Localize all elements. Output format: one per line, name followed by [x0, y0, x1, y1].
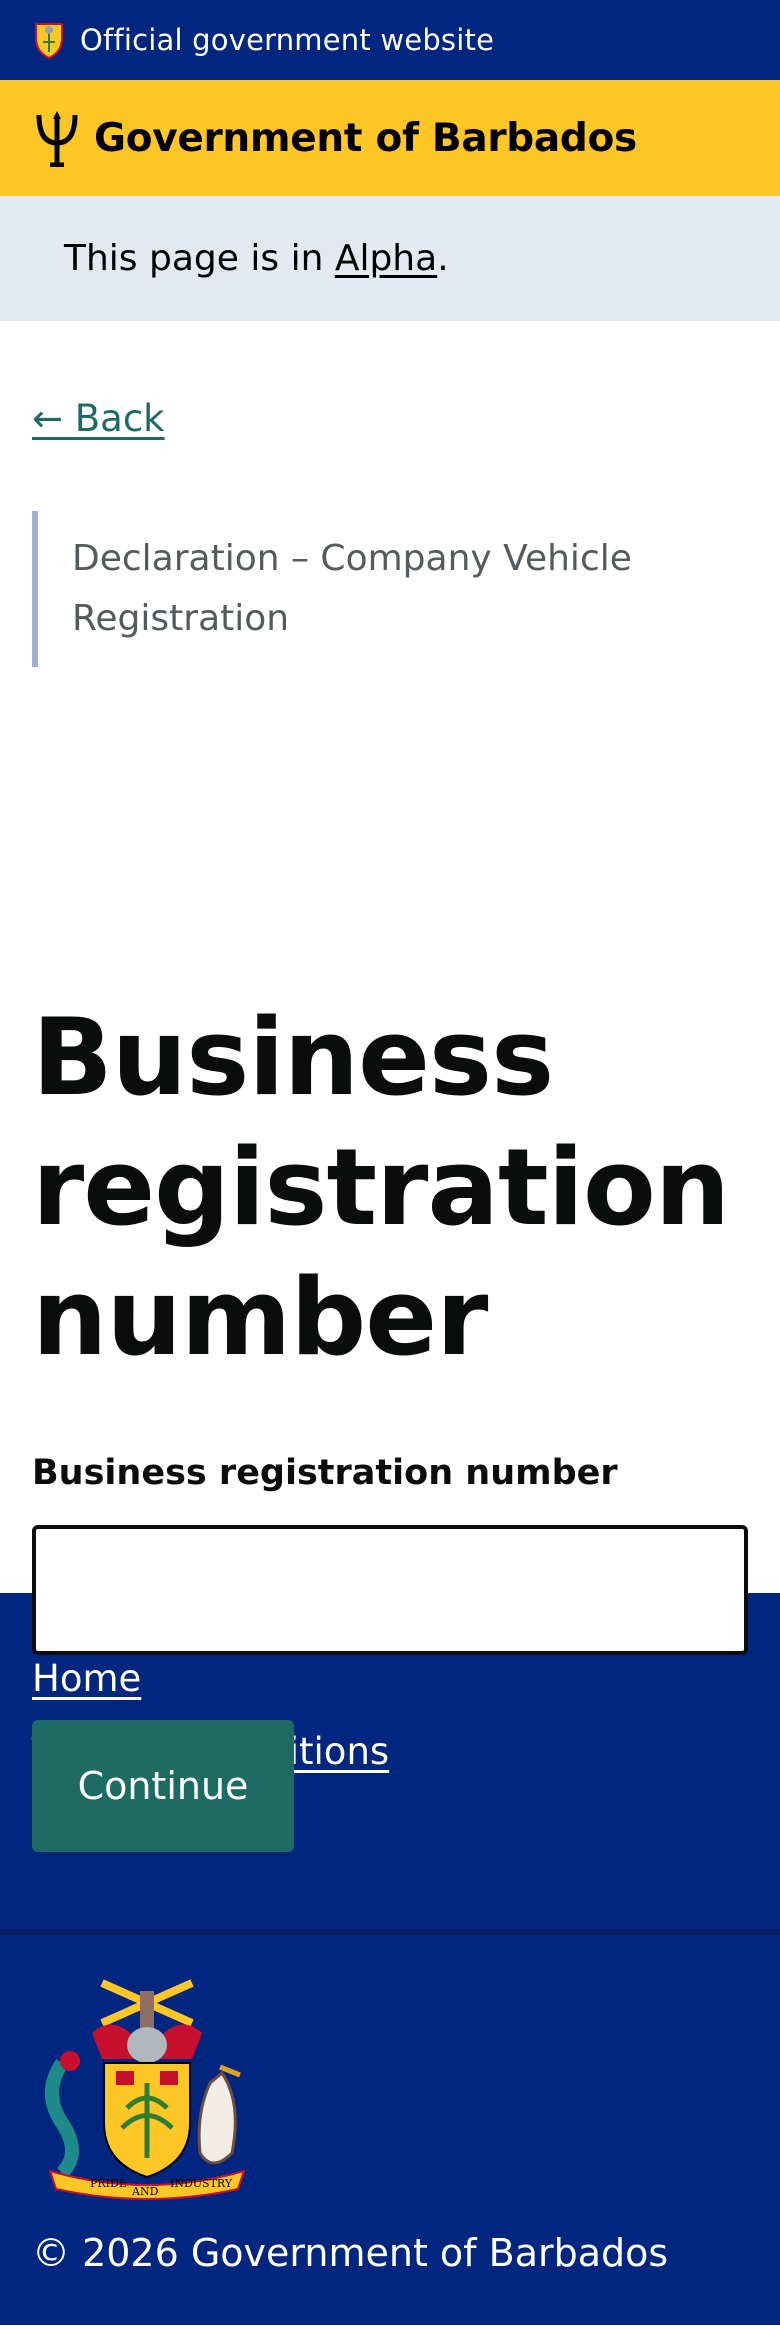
site-footer: Home Terms & Conditions Careers PRIDE AN…	[0, 1593, 780, 2325]
back-link[interactable]: ← Back	[32, 397, 165, 440]
alpha-link[interactable]: Alpha	[335, 238, 437, 279]
phase-banner: This page is in Alpha.	[0, 196, 780, 321]
copyright-text: © 2026 Government of Barbados	[32, 2231, 669, 2275]
coat-motto-1: PRIDE	[90, 2177, 127, 2190]
coat-of-arms-icon: PRIDE AND INDUSTRY	[45, 1979, 246, 2200]
page-caption: Declaration – Company Vehicle Registrati…	[32, 511, 732, 667]
brand-name: Government of Barbados	[94, 115, 637, 161]
official-website-text: Official government website	[80, 23, 495, 57]
continue-button[interactable]: Continue	[32, 1720, 294, 1852]
field-label: Business registration number	[32, 1453, 618, 1493]
footer-link-home[interactable]: Home	[32, 1657, 748, 1700]
page-title: Business registration number	[32, 996, 730, 1379]
crest-icon	[35, 23, 63, 60]
main-content: ← Back Declaration – Company Vehicle Reg…	[0, 321, 780, 1852]
site-header: Official government website Government o…	[0, 0, 780, 321]
official-banner: Official government website	[0, 0, 780, 80]
phase-text: This page is in Alpha.	[64, 238, 449, 279]
brand-bar: Government of Barbados	[0, 80, 780, 196]
business-registration-input[interactable]	[32, 1525, 748, 1655]
trident-icon	[36, 111, 78, 167]
footer-bottom: PRIDE AND INDUSTRY © 2026 Government of …	[0, 1935, 780, 2325]
coat-motto-3: INDUSTRY	[170, 2177, 233, 2190]
coat-motto-2: AND	[131, 2185, 159, 2198]
